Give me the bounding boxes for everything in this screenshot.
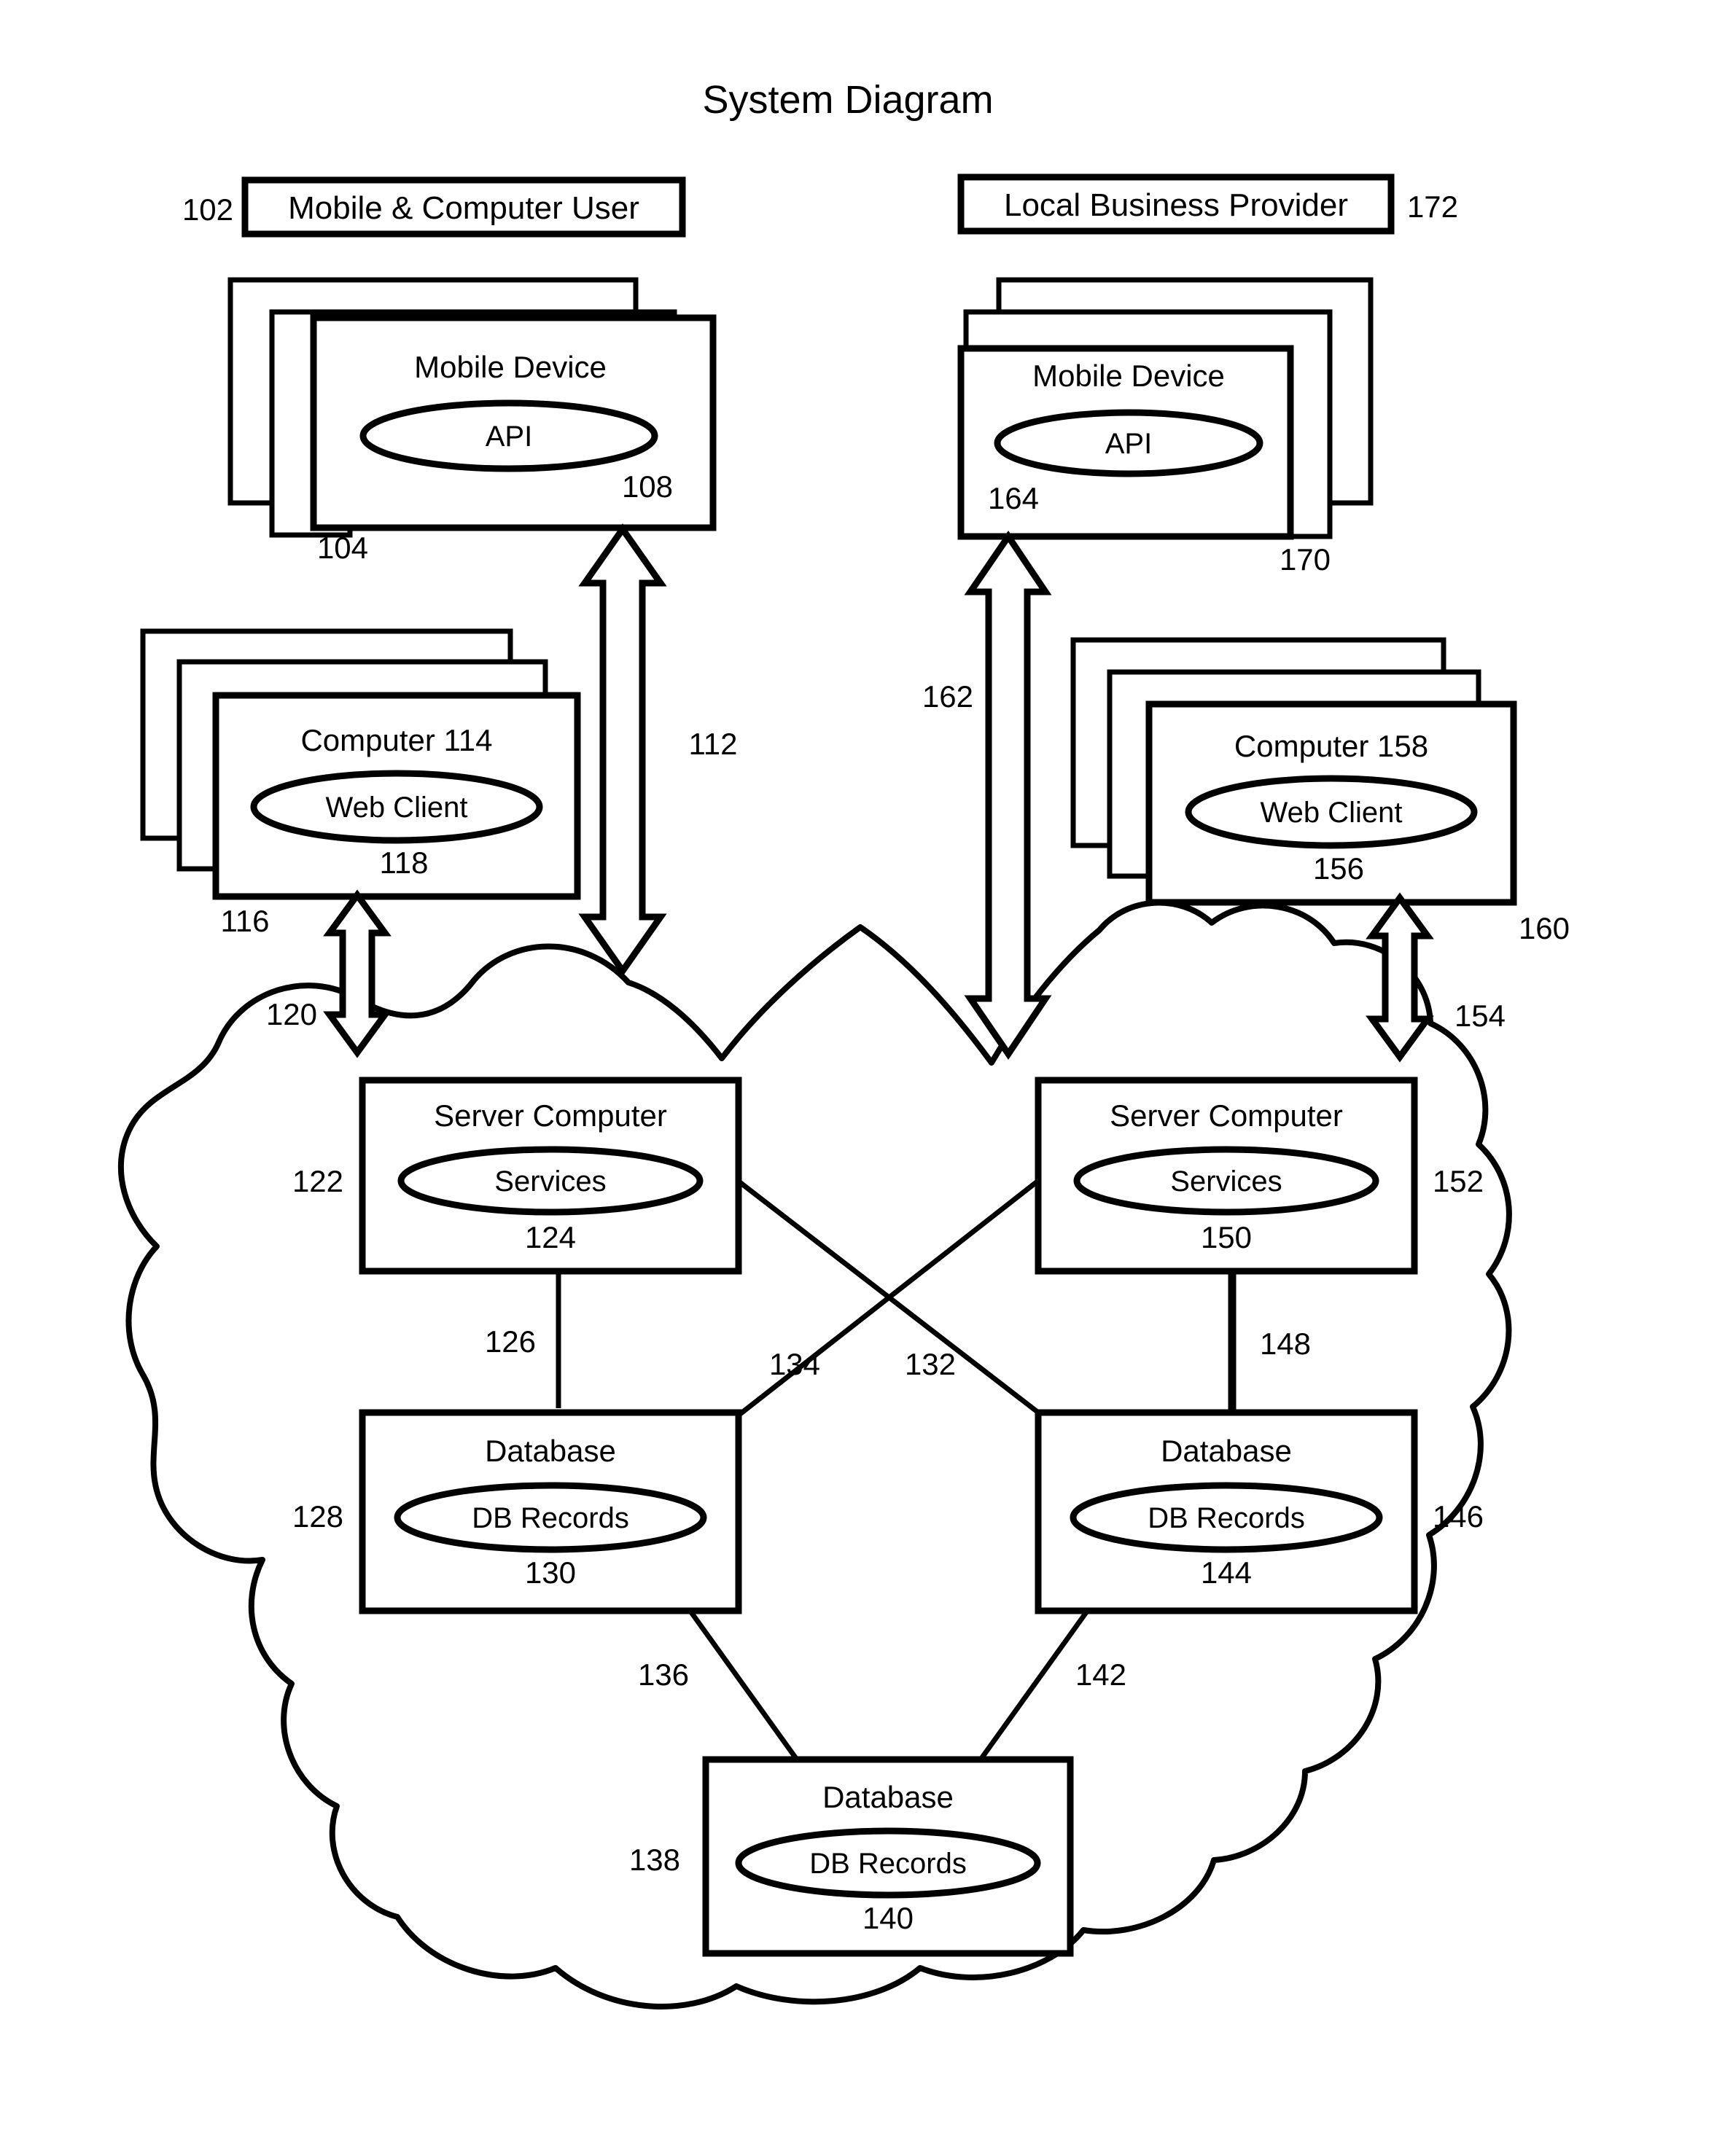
diagram-canvas: System Diagram Mobile & Computer User 10… [0,0,1733,2156]
left-database-records-label: DB Records [472,1502,629,1534]
bottom-database-inner-ref: 140 [862,1901,914,1935]
right-computer-inner-ref: 156 [1313,851,1364,886]
left-server-box-ref: 122 [292,1164,343,1198]
connector-120-ref: 120 [266,997,317,1031]
actor-right-ref: 172 [1407,190,1458,224]
right-mobile-device-stack[interactable]: Mobile Device API 164 170 [957,277,1374,577]
right-database-inner-ref: 144 [1201,1555,1252,1590]
system-diagram-figure: System Diagram Mobile & Computer User 10… [0,0,1733,2156]
left-database-box-ref: 128 [292,1499,343,1534]
left-database[interactable]: Database DB Records 130 128 [292,1409,742,1614]
right-mobile-title: Mobile Device [1032,359,1225,393]
right-computer-title: Computer 158 [1234,729,1428,763]
right-mobile-stack-ref: 170 [1280,542,1331,577]
right-database[interactable]: Database DB Records 144 146 [1035,1409,1484,1614]
connector-126-ref: 126 [485,1324,536,1359]
left-computer-webclient-label: Web Client [326,792,468,824]
right-server-inner-ref: 150 [1201,1220,1252,1254]
left-mobile-inner-ref: 108 [622,469,673,504]
left-server-computer[interactable]: Server Computer Services 124 122 [292,1077,742,1275]
actor-left-ref: 102 [182,192,233,227]
left-server-services-label: Services [494,1165,606,1198]
bottom-database-records-label: DB Records [809,1848,967,1880]
left-database-title: Database [485,1434,616,1468]
left-computer-inner-ref: 118 [380,845,429,880]
left-mobile-device-stack[interactable]: Mobile Device API 108 104 [227,277,717,565]
right-server-computer[interactable]: Server Computer Services 150 152 [1035,1077,1484,1275]
right-server-box-ref: 152 [1433,1164,1484,1198]
left-server-title: Server Computer [434,1098,667,1133]
right-database-box-ref: 146 [1433,1499,1484,1534]
left-mobile-stack-ref: 104 [317,531,368,565]
right-computer-webclient-label: Web Client [1261,797,1403,829]
connector-132-ref: 132 [905,1347,956,1381]
actor-right-label: Local Business Provider [1004,187,1348,223]
left-computer-stack-ref: 116 [221,904,270,938]
connector-142-ref: 142 [1075,1657,1126,1692]
actor-right-group: Local Business Provider 172 [957,173,1458,235]
connector-162-ref: 162 [922,679,973,714]
connector-154-ref: 154 [1454,999,1506,1033]
actor-left-group: Mobile & Computer User 102 [182,176,686,238]
connector-148-ref: 148 [1260,1327,1311,1361]
bottom-database-title: Database [822,1780,954,1814]
right-computer-stack-ref: 160 [1519,911,1570,945]
figure-title: System Diagram [702,78,993,122]
left-mobile-api-label: API [486,421,532,453]
connector-112-ref: 112 [689,727,738,761]
right-server-services-label: Services [1170,1165,1282,1198]
left-server-inner-ref: 124 [525,1220,576,1254]
right-database-title: Database [1161,1434,1292,1468]
right-database-records-label: DB Records [1148,1502,1305,1534]
right-mobile-api-label: API [1105,428,1152,460]
actor-left-label: Mobile & Computer User [288,190,639,226]
connector-136-ref: 136 [638,1657,689,1692]
connector-134-ref: 134 [769,1347,820,1381]
right-server-title: Server Computer [1110,1098,1343,1133]
left-mobile-title: Mobile Device [414,350,607,384]
left-computer-title: Computer 114 [300,723,492,757]
bottom-database-box-ref: 138 [629,1843,680,1877]
right-mobile-inner-ref: 164 [988,481,1039,515]
left-database-inner-ref: 130 [525,1555,576,1590]
